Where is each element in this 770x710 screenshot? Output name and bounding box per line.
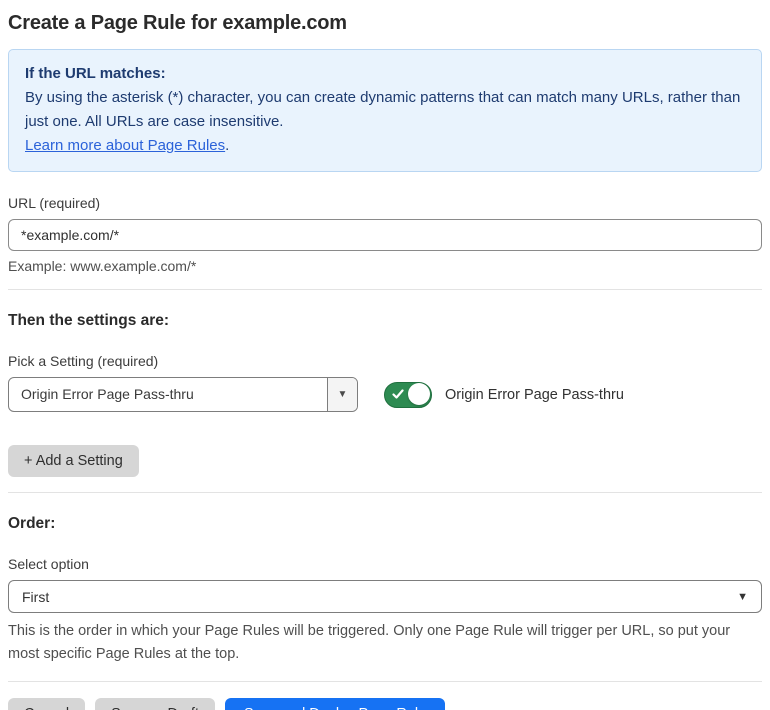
order-section-heading: Order: bbox=[8, 515, 56, 532]
toggle-knob bbox=[408, 383, 430, 405]
order-select[interactable]: First ▼ bbox=[8, 580, 762, 613]
page-title: Create a Page Rule for example.com bbox=[8, 12, 347, 34]
add-setting-button[interactable]: + Add a Setting bbox=[8, 445, 139, 477]
order-description: This is the order in which your Page Rul… bbox=[8, 623, 731, 662]
url-label: URL (required) bbox=[8, 195, 101, 211]
footer-actions: Cancel Save as Draft Save and Deploy Pag… bbox=[8, 698, 762, 710]
info-box-body: By using the asterisk (*) character, you… bbox=[25, 89, 741, 130]
info-box-link-line: Learn more about Page Rules. bbox=[25, 134, 745, 158]
info-box-heading: If the URL matches: bbox=[25, 65, 166, 82]
create-page-rule-form: Create a Page Rule for example.com If th… bbox=[0, 0, 770, 710]
url-helper-text: Example: www.example.com/* bbox=[8, 258, 197, 274]
setting-select-value: Origin Error Page Pass-thru bbox=[21, 386, 194, 402]
divider bbox=[8, 289, 762, 290]
dropdown-arrow-icon: ▼ bbox=[737, 590, 748, 603]
cancel-button[interactable]: Cancel bbox=[8, 698, 86, 710]
order-select-value: First bbox=[22, 588, 50, 605]
check-icon bbox=[392, 388, 404, 399]
setting-select[interactable]: Origin Error Page Pass-thru ▼ bbox=[8, 377, 358, 412]
dropdown-arrow-icon: ▼ bbox=[327, 378, 357, 411]
setting-toggle[interactable] bbox=[384, 381, 432, 408]
settings-section-heading: Then the settings are: bbox=[8, 312, 170, 329]
setting-row: Origin Error Page Pass-thru ▼ Origin Err… bbox=[8, 377, 762, 412]
learn-more-link[interactable]: Learn more about Page Rules bbox=[25, 137, 225, 154]
link-suffix: . bbox=[225, 137, 230, 154]
order-select-label: Select option bbox=[8, 556, 89, 572]
url-match-info-box: If the URL matches: By using the asteris… bbox=[8, 49, 762, 172]
save-as-draft-button[interactable]: Save as Draft bbox=[95, 698, 215, 710]
pick-setting-label: Pick a Setting (required) bbox=[8, 353, 159, 369]
setting-toggle-label: Origin Error Page Pass-thru bbox=[445, 386, 624, 403]
divider bbox=[8, 492, 762, 493]
url-input[interactable] bbox=[8, 219, 762, 251]
save-and-deploy-button[interactable]: Save and Deploy Page Rule bbox=[224, 698, 446, 710]
divider bbox=[8, 681, 762, 682]
